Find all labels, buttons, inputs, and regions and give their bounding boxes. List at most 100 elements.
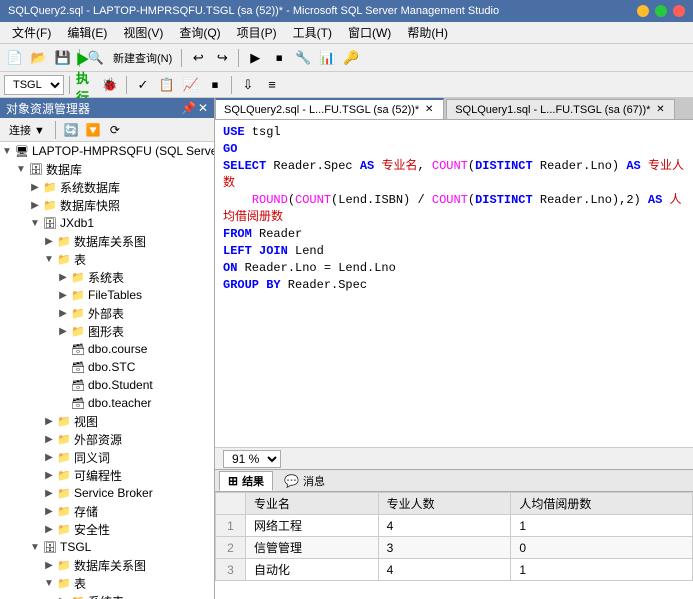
tree-node-2[interactable]: ▶📁系统数据库 — [0, 178, 214, 196]
tree-node-25[interactable]: ▶📁系统表 — [0, 592, 214, 599]
code-editor[interactable]: USE tsgl GO SELECT Reader.Spec AS 专业名, C… — [215, 120, 693, 447]
tree-toggle-17[interactable]: ▶ — [42, 450, 56, 464]
editor-tab-bar: SQLQuery2.sql - L...FU.TSGL (sa (52))* ✕… — [215, 98, 693, 120]
execute-btn[interactable]: ▶ 执行(X) — [75, 74, 97, 96]
minimize-button[interactable] — [637, 5, 649, 17]
close-button[interactable] — [673, 5, 685, 17]
debug-btn[interactable]: 🐞 — [99, 74, 121, 96]
tree-node-7[interactable]: ▶📁系统表 — [0, 268, 214, 286]
btn3[interactable]: 🔧 — [292, 47, 314, 69]
menu-edit[interactable]: 编辑(E) — [59, 22, 115, 43]
tree-node-9[interactable]: ▶📁外部表 — [0, 304, 214, 322]
table-row[interactable]: 2信管管理30 — [216, 537, 693, 559]
menu-view[interactable]: 视图(V) — [115, 22, 171, 43]
menu-file[interactable]: 文件(F) — [4, 22, 59, 43]
sync-btn[interactable]: ⟳ — [105, 121, 125, 139]
save-btn[interactable]: 💾 — [52, 47, 74, 69]
filter-btn[interactable]: 🔽 — [83, 121, 103, 139]
menu-query[interactable]: 查询(Q) — [171, 22, 228, 43]
tree-toggle-4[interactable]: ▼ — [28, 216, 42, 230]
tab-1-close[interactable]: ✕ — [423, 104, 435, 116]
tree-node-20[interactable]: ▶📁存储 — [0, 502, 214, 520]
results-to-btn[interactable]: ⇩ — [237, 74, 259, 96]
table-row[interactable]: 1网络工程41 — [216, 515, 693, 537]
more-btn[interactable]: ≡ — [261, 74, 283, 96]
tree-node-17[interactable]: ▶📁同义词 — [0, 448, 214, 466]
tree-node-15[interactable]: ▶📁视图 — [0, 412, 214, 430]
tree-node-1[interactable]: ▼🗄数据库 — [0, 160, 214, 178]
refresh-btn[interactable]: 🔄 — [61, 121, 81, 139]
tree-toggle-24[interactable]: ▼ — [42, 576, 56, 590]
btn4[interactable]: 📊 — [316, 47, 338, 69]
tree-node-23[interactable]: ▶📁数据库关系图 — [0, 556, 214, 574]
tree-node-13[interactable]: 🗃dbo.Student — [0, 376, 214, 394]
tree-toggle-0[interactable]: ▼ — [0, 144, 14, 158]
tree-toggle-9[interactable]: ▶ — [56, 306, 70, 320]
tree-node-19[interactable]: ▶📁Service Broker — [0, 484, 214, 502]
pin-icon[interactable]: 📌 — [181, 101, 196, 115]
tree-toggle-7[interactable]: ▶ — [56, 270, 70, 284]
tree-node-18[interactable]: ▶📁可编程性 — [0, 466, 214, 484]
explorer-toolbar: 连接 ▼ 🔄 🔽 ⟳ — [0, 118, 214, 142]
tree-node-24[interactable]: ▼📁表 — [0, 574, 214, 592]
tree-toggle-5[interactable]: ▶ — [42, 234, 56, 248]
btn5[interactable]: 🔑 — [340, 47, 362, 69]
editor-tab-1[interactable]: SQLQuery2.sql - L...FU.TSGL (sa (52))* ✕ — [215, 98, 444, 119]
btn1[interactable]: ▶ — [244, 47, 266, 69]
new-query-btn[interactable]: 📄 — [4, 47, 26, 69]
btn2[interactable]: ⏹ — [268, 47, 290, 69]
editor-tab-2[interactable]: SQLQuery1.sql - L...FU.TSGL (sa (67))* ✕ — [446, 99, 675, 119]
tree-icon-0: 🖥 — [14, 143, 30, 159]
tree-node-6[interactable]: ▼📁表 — [0, 250, 214, 268]
tree-toggle-21[interactable]: ▶ — [42, 522, 56, 536]
tree-node-11[interactable]: 🗃dbo.course — [0, 340, 214, 358]
tree-toggle-20[interactable]: ▶ — [42, 504, 56, 518]
connect-btn[interactable]: 连接 ▼ — [4, 121, 50, 139]
tree-icon-24: 📁 — [56, 575, 72, 591]
client-stats-btn[interactable]: 📈 — [180, 74, 202, 96]
tree-node-22[interactable]: ▼🗄TSGL — [0, 538, 214, 556]
database-combo[interactable]: TSGL — [4, 75, 64, 95]
tree-toggle-8[interactable]: ▶ — [56, 288, 70, 302]
table-row[interactable]: 3自动化41 — [216, 559, 693, 581]
tree-node-16[interactable]: ▶📁外部资源 — [0, 430, 214, 448]
explorer-close-icon[interactable]: ✕ — [198, 101, 208, 115]
tree-toggle-6[interactable]: ▼ — [42, 252, 56, 266]
parse-btn[interactable]: ✓ — [132, 74, 154, 96]
tab-2-close[interactable]: ✕ — [654, 104, 666, 116]
tree-toggle-15[interactable]: ▶ — [42, 414, 56, 428]
tree-node-3[interactable]: ▶📁数据库快照 — [0, 196, 214, 214]
undo-btn[interactable]: ↩ — [187, 47, 209, 69]
tree-node-12[interactable]: 🗃dbo.STC — [0, 358, 214, 376]
maximize-button[interactable] — [655, 5, 667, 17]
tree-node-21[interactable]: ▶📁安全性 — [0, 520, 214, 538]
results-tab-grid[interactable]: ⊞ 结果 — [219, 471, 273, 491]
cancel-btn[interactable]: ⏹ — [204, 74, 226, 96]
menu-help[interactable]: 帮助(H) — [399, 22, 456, 43]
results-tab-messages[interactable]: 💬 消息 — [275, 471, 334, 491]
tree-toggle-2[interactable]: ▶ — [28, 180, 42, 194]
tree-node-14[interactable]: 🗃dbo.teacher — [0, 394, 214, 412]
tree-node-10[interactable]: ▶📁图形表 — [0, 322, 214, 340]
tree-toggle-19[interactable]: ▶ — [42, 486, 56, 500]
open-btn[interactable]: 📂 — [28, 47, 50, 69]
menu-window[interactable]: 窗口(W) — [340, 22, 399, 43]
tree-toggle-18[interactable]: ▶ — [42, 468, 56, 482]
tree-node-5[interactable]: ▶📁数据库关系图 — [0, 232, 214, 250]
menu-tools[interactable]: 工具(T) — [285, 22, 340, 43]
tree-toggle-1[interactable]: ▼ — [14, 162, 28, 176]
tree-node-8[interactable]: ▶📁FileTables — [0, 286, 214, 304]
tree-toggle-3[interactable]: ▶ — [28, 198, 42, 212]
tree-toggle-10[interactable]: ▶ — [56, 324, 70, 338]
tree-toggle-22[interactable]: ▼ — [28, 540, 42, 554]
zoom-select[interactable]: 91 % — [223, 450, 281, 468]
tree-toggle-23[interactable]: ▶ — [42, 558, 56, 572]
tree-toggle-25[interactable]: ▶ — [56, 594, 70, 599]
new-query-label[interactable]: 新建查询(N) — [109, 50, 176, 66]
include-actual-plan-btn[interactable]: 📋 — [156, 74, 178, 96]
tree-node-0[interactable]: ▼🖥LAPTOP-HMPRSQFU (SQL Server — [0, 142, 214, 160]
tree-node-4[interactable]: ▼🗄JXdb1 — [0, 214, 214, 232]
tree-toggle-16[interactable]: ▶ — [42, 432, 56, 446]
redo-btn[interactable]: ↪ — [211, 47, 233, 69]
menu-project[interactable]: 项目(P) — [229, 22, 285, 43]
